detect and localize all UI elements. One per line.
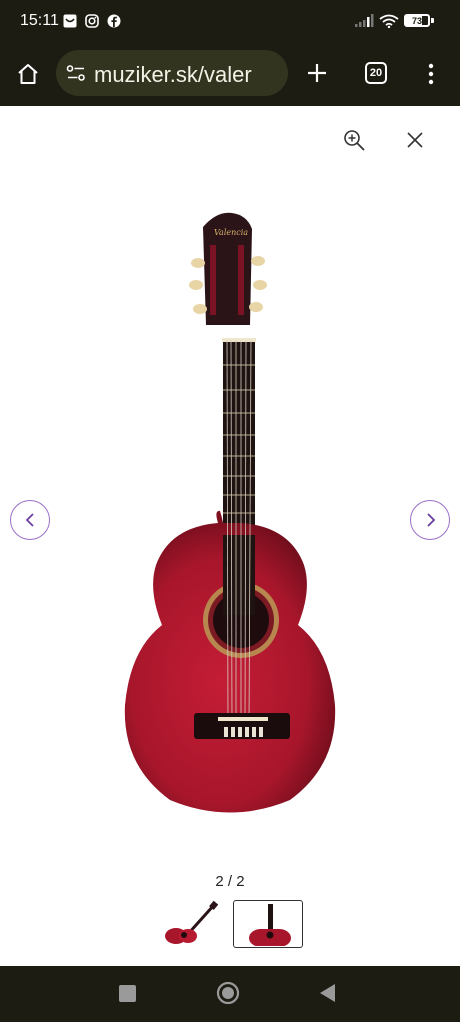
next-image-button[interactable] <box>410 500 450 540</box>
site-settings-icon[interactable] <box>66 64 86 82</box>
thumbnail-1[interactable] <box>158 900 222 948</box>
close-icon[interactable] <box>406 131 424 149</box>
thumbnail-guitar-angled <box>165 900 219 944</box>
previous-image-button[interactable] <box>10 500 50 540</box>
battery-level: 73 <box>411 16 422 26</box>
thumbnail-guitar-front <box>249 904 291 946</box>
home-circle-icon[interactable] <box>216 981 240 1005</box>
system-nav-bar <box>0 966 460 1022</box>
home-icon[interactable] <box>16 62 40 86</box>
facebook-icon <box>107 14 121 28</box>
svg-text:Valencia: Valencia <box>214 228 248 237</box>
next-arrow-icon <box>427 513 436 527</box>
tab-switcher-icon[interactable]: 20 <box>365 62 387 84</box>
status-time: 15:11 <box>20 12 59 29</box>
thumbnail-2-selected[interactable] <box>233 900 303 948</box>
instagram-icon <box>85 14 99 28</box>
image-counter: 2 / 2 <box>215 873 245 890</box>
previous-arrow-icon <box>25 513 34 527</box>
product-image-guitar: Valencia <box>124 212 336 813</box>
tab-count-label: 20 <box>369 67 383 79</box>
menu-icon[interactable] <box>426 62 436 86</box>
browser-toolbar: muziker.sk/valer 20 <box>0 44 460 106</box>
status-bar: 15:11 73 <box>0 0 460 44</box>
wifi-icon <box>379 14 399 28</box>
url-text: muziker.sk/valer <box>94 62 252 87</box>
recents-icon[interactable] <box>119 985 136 1002</box>
address-bar[interactable]: muziker.sk/valer <box>56 50 288 96</box>
zoom-in-icon[interactable] <box>343 129 365 151</box>
email-notification-icon <box>63 14 77 28</box>
new-tab-icon[interactable] <box>306 62 328 84</box>
back-icon[interactable] <box>318 983 336 1003</box>
battery-icon: 73 <box>404 14 430 27</box>
signal-icon <box>355 14 374 27</box>
